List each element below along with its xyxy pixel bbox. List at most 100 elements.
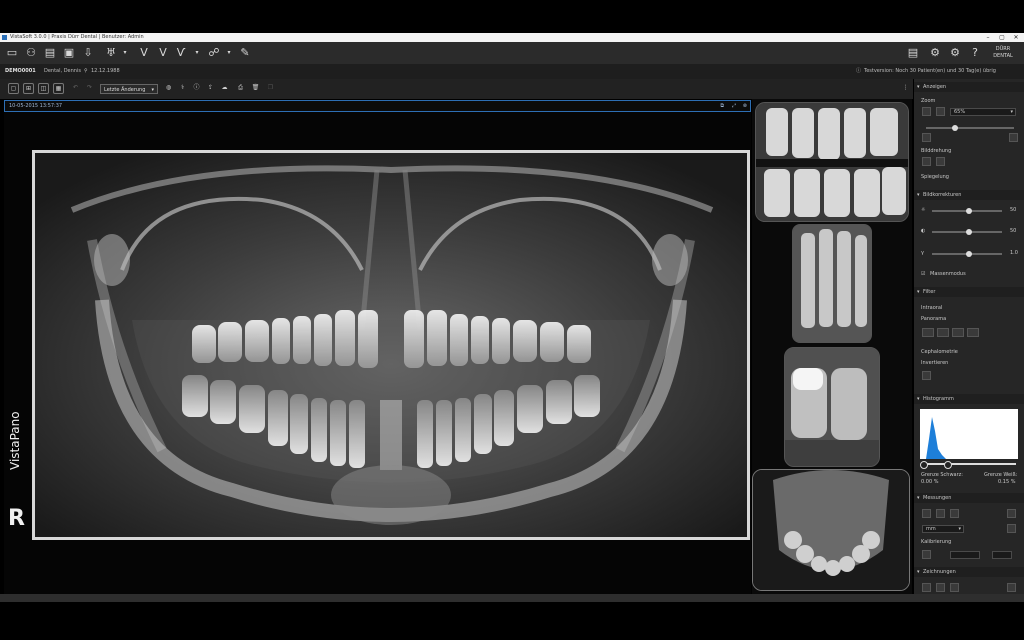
- viewer-layout-icon[interactable]: ⧉: [720, 101, 724, 111]
- contrast-slider[interactable]: [932, 229, 1002, 235]
- clipboard-icon[interactable]: ▣: [62, 46, 76, 60]
- thumbnail-periapical-2[interactable]: [784, 347, 880, 467]
- compare-icon[interactable]: ◍: [163, 83, 174, 94]
- pano-filter-3[interactable]: [952, 328, 964, 337]
- section-bildkorrekturen[interactable]: Bildkorrekturen: [914, 190, 1024, 200]
- zoom-pan-icon[interactable]: [936, 107, 945, 116]
- patient-dob-icon: ⚲: [84, 68, 88, 74]
- report-icon[interactable]: ▤: [906, 46, 920, 60]
- image-info-icon[interactable]: ⓘ: [191, 83, 202, 94]
- zoom-select[interactable]: 65% ▾: [950, 108, 1016, 116]
- copy-icon[interactable]: ❐: [265, 83, 276, 94]
- filter-intraoral[interactable]: Intraoral: [921, 305, 942, 312]
- filter-panorama[interactable]: Panorama: [921, 316, 946, 323]
- patient-card-icon[interactable]: ▭: [5, 46, 19, 60]
- help-icon[interactable]: ?: [968, 46, 982, 60]
- section-anzeigen[interactable]: Anzeigen: [914, 82, 1024, 92]
- histogram-range-slider[interactable]: [920, 461, 1016, 469]
- layout-multi-icon[interactable]: ▦: [53, 83, 64, 94]
- delete-icon[interactable]: 🗑: [250, 83, 261, 94]
- measure-settings-icon[interactable]: [1007, 524, 1016, 533]
- export-icon[interactable]: ⇪: [205, 83, 216, 94]
- measure-delete-icon[interactable]: [1007, 509, 1016, 518]
- patient-search-icon[interactable]: ⚇: [24, 46, 38, 60]
- camera-icon[interactable]: ☍: [207, 46, 221, 60]
- zoom-fit-icon[interactable]: [922, 107, 931, 116]
- close-image-icon[interactable]: ⊗: [743, 101, 747, 111]
- intraoral-icon[interactable]: V: [137, 46, 151, 60]
- pano-filter-2[interactable]: [937, 328, 949, 337]
- pano-filter-4[interactable]: [967, 328, 979, 337]
- minimize-button[interactable]: –: [982, 33, 994, 42]
- side-marker: R: [8, 506, 25, 531]
- gamma-slider[interactable]: [932, 251, 1002, 257]
- rotate-left-icon[interactable]: [922, 157, 931, 166]
- maximize-button[interactable]: ▢: [996, 33, 1008, 42]
- measure-length-icon[interactable]: [922, 509, 931, 518]
- rotate-right-icon[interactable]: [936, 157, 945, 166]
- thumbnail-occlusal[interactable]: [752, 469, 910, 591]
- section-filter[interactable]: Filter: [914, 287, 1024, 297]
- tooth-dropdown-icon[interactable]: ▾: [118, 46, 132, 60]
- panoramic-xray[interactable]: [32, 150, 750, 540]
- section-messungen[interactable]: Messungen: [914, 493, 1024, 503]
- fullscreen-icon[interactable]: ⤢: [732, 101, 736, 111]
- calibration-icon[interactable]: [922, 550, 931, 559]
- chevron-down-icon: ▾: [151, 87, 154, 93]
- measure-angle-icon[interactable]: [950, 509, 959, 518]
- ceph-dropdown-icon[interactable]: ▾: [190, 46, 204, 60]
- pano-filter-1[interactable]: [922, 328, 934, 337]
- thumbnail-bitewing[interactable]: [755, 102, 909, 222]
- draw-freehand-icon[interactable]: [922, 583, 931, 592]
- zoom-label: Zoom: [921, 98, 936, 104]
- user-settings-icon[interactable]: ⚙: [928, 46, 942, 60]
- diagnosis-icon[interactable]: ⚕: [177, 83, 188, 94]
- calibration-unit-select[interactable]: [992, 551, 1012, 559]
- gamma-knob[interactable]: [966, 251, 972, 257]
- tooth-icon[interactable]: ♅: [104, 46, 118, 60]
- zoom-slider[interactable]: [926, 125, 1014, 131]
- patient-list-icon[interactable]: ▤: [43, 46, 57, 60]
- invert-button[interactable]: [922, 371, 931, 380]
- calibration-input[interactable]: [950, 551, 980, 559]
- black-limit-value: 0.00 %: [921, 479, 939, 485]
- section-histogramm[interactable]: Histogramm: [914, 394, 1024, 404]
- unit-select[interactable]: mm ▾: [922, 525, 964, 533]
- zoom-slider-knob[interactable]: [952, 125, 958, 131]
- mirror-label[interactable]: Spiegelung: [921, 174, 949, 181]
- draw-arrow-icon[interactable]: [950, 583, 959, 592]
- import-icon[interactable]: ⇩: [81, 46, 95, 60]
- thumbnail-periapical-1[interactable]: [792, 224, 872, 343]
- undo-icon[interactable]: ↶: [70, 83, 81, 94]
- draw-delete-icon[interactable]: [1007, 583, 1016, 592]
- mass-mode-checkbox[interactable]: ☑: [921, 271, 925, 278]
- sort-dropdown[interactable]: Letzte Änderung ▾: [100, 84, 158, 94]
- print-icon[interactable]: ⎙: [235, 83, 246, 94]
- pen-tool-icon[interactable]: ✎: [238, 46, 252, 60]
- layout-split-icon[interactable]: ◫: [38, 83, 49, 94]
- histogram-white-knob[interactable]: [944, 461, 952, 469]
- redo-icon[interactable]: ↷: [84, 83, 95, 94]
- zoom-plus[interactable]: [1009, 133, 1018, 142]
- filter-ceph[interactable]: Cephalometrie: [921, 349, 958, 356]
- brightness-slider[interactable]: [932, 208, 1002, 214]
- close-button[interactable]: ✕: [1010, 33, 1022, 42]
- panorama-icon[interactable]: V: [156, 46, 170, 60]
- gamma-icon: γ: [921, 250, 924, 256]
- draw-line-icon[interactable]: [936, 583, 945, 592]
- section-zeichnungen[interactable]: Zeichnungen: [914, 567, 1024, 577]
- chevron-down-icon: ▾: [958, 526, 961, 532]
- ceph-icon[interactable]: Ѵ: [174, 46, 188, 60]
- settings-gear-icon[interactable]: ⚙: [948, 46, 962, 60]
- camera-dropdown-icon[interactable]: ▾: [222, 46, 236, 60]
- zoom-minus[interactable]: [922, 133, 931, 142]
- more-menu-icon[interactable]: ⋮: [900, 83, 911, 94]
- layout-grid-icon[interactable]: ⊞: [23, 83, 34, 94]
- contrast-knob[interactable]: [966, 229, 972, 235]
- cloud-icon[interactable]: ☁: [219, 83, 230, 94]
- histogram-black-knob[interactable]: [920, 461, 928, 469]
- invert-label[interactable]: Invertieren: [921, 360, 948, 367]
- measure-polyline-icon[interactable]: [936, 509, 945, 518]
- layout-single-icon[interactable]: ▢: [8, 83, 19, 94]
- brightness-knob[interactable]: [966, 208, 972, 214]
